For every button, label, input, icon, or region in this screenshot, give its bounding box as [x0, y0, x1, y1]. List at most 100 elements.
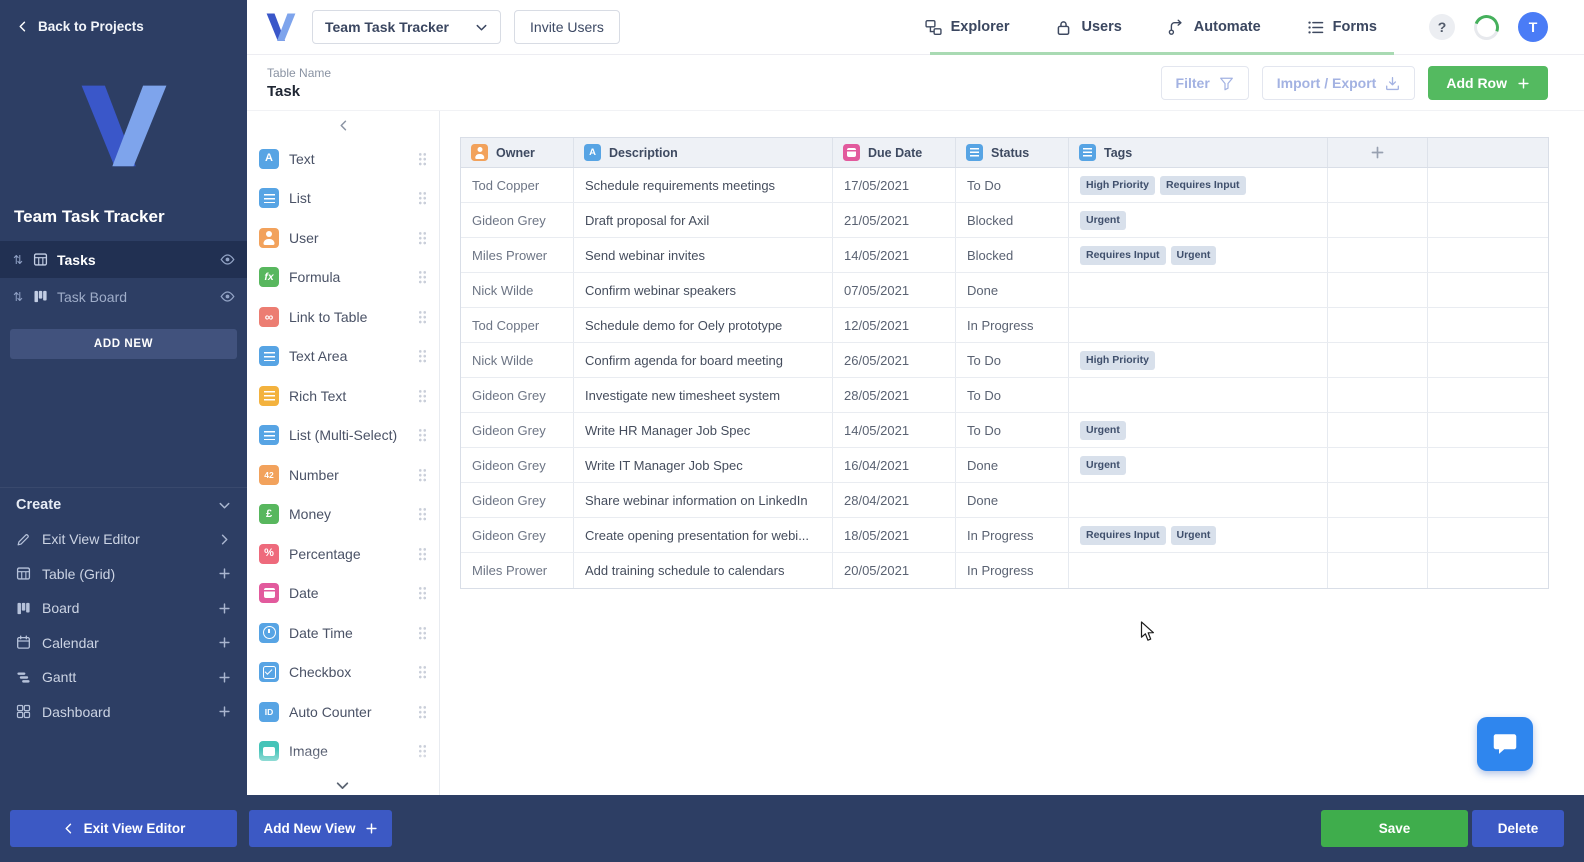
nav-item-forms[interactable]: Forms	[1307, 19, 1377, 36]
field-type-date-time[interactable]: Date Time	[247, 613, 439, 653]
create-item-exit-view-editor[interactable]: Exit View Editor	[0, 522, 247, 557]
cell-status[interactable]: In Progress	[956, 308, 1069, 342]
drag-handle-icon[interactable]	[418, 507, 427, 522]
field-type-formula[interactable]: fx Formula	[247, 258, 439, 298]
cell-add-column[interactable]	[1328, 448, 1428, 482]
cell-description[interactable]: Draft proposal for Axil	[574, 203, 833, 237]
cell-tags[interactable]	[1069, 308, 1328, 342]
cell-tags[interactable]	[1069, 483, 1328, 517]
cell-add-column[interactable]	[1328, 553, 1428, 588]
cell-tags[interactable]	[1069, 553, 1328, 588]
column-header-tags[interactable]: Tags	[1069, 138, 1328, 167]
cell-due-date[interactable]: 28/05/2021	[833, 378, 956, 412]
tag-pill[interactable]: High Priority	[1080, 350, 1156, 370]
filter-button[interactable]: Filter	[1160, 66, 1249, 100]
drag-handle-icon[interactable]	[418, 230, 427, 245]
cell-due-date[interactable]: 28/04/2021	[833, 483, 956, 517]
eye-icon[interactable]	[220, 289, 235, 304]
cell-tags[interactable]: Urgent	[1069, 413, 1328, 447]
field-type-number[interactable]: 42 Number	[247, 455, 439, 495]
drag-handle-icon[interactable]	[418, 625, 427, 640]
cell-add-column[interactable]	[1328, 203, 1428, 237]
cell-status[interactable]: To Do	[956, 168, 1069, 202]
cell-add-column[interactable]	[1328, 308, 1428, 342]
reorder-handle-icon[interactable]: ⇅	[12, 290, 24, 304]
create-item-board[interactable]: Board	[0, 591, 247, 626]
column-header-status[interactable]: Status	[956, 138, 1069, 167]
sidebar-view-task-board[interactable]: ⇅ Task Board	[0, 278, 247, 315]
save-button[interactable]: Save	[1321, 810, 1468, 847]
cell-extra[interactable]	[1428, 273, 1548, 307]
cell-tags[interactable]: Requires Input Urgent	[1069, 518, 1328, 552]
cell-due-date[interactable]: 17/05/2021	[833, 168, 956, 202]
cell-owner[interactable]: Gideon Grey	[461, 448, 574, 482]
cell-due-date[interactable]: 07/05/2021	[833, 273, 956, 307]
cell-description[interactable]: Add training schedule to calendars	[574, 553, 833, 588]
tag-pill[interactable]: Urgent	[1080, 420, 1126, 440]
back-to-projects-button[interactable]: Back to Projects	[0, 0, 247, 53]
field-type-money[interactable]: £ Money	[247, 495, 439, 535]
drag-handle-icon[interactable]	[418, 546, 427, 561]
cell-tags[interactable]: Urgent	[1069, 203, 1328, 237]
drag-handle-icon[interactable]	[418, 428, 427, 443]
nav-item-users[interactable]: Users	[1055, 19, 1122, 36]
drag-handle-icon[interactable]	[418, 151, 427, 166]
cell-status[interactable]: To Do	[956, 413, 1069, 447]
cell-extra[interactable]	[1428, 413, 1548, 447]
cell-status[interactable]: Done	[956, 483, 1069, 517]
cell-description[interactable]: Investigate new timesheet system	[574, 378, 833, 412]
tag-pill[interactable]: Requires Input	[1080, 525, 1166, 545]
cell-status[interactable]: Done	[956, 448, 1069, 482]
cell-tags[interactable]: Urgent	[1069, 448, 1328, 482]
field-type-text[interactable]: A Text	[247, 139, 439, 179]
field-type-link-to-table[interactable]: ∞ Link to Table	[247, 297, 439, 337]
import-export-button[interactable]: Import / Export	[1261, 66, 1416, 100]
field-type-checkbox[interactable]: Checkbox	[247, 653, 439, 693]
cell-status[interactable]: To Do	[956, 343, 1069, 377]
plus-icon[interactable]	[218, 636, 231, 649]
cell-status[interactable]: In Progress	[956, 518, 1069, 552]
cell-extra[interactable]	[1428, 483, 1548, 517]
add-new-view-button[interactable]: Add New View	[249, 810, 392, 847]
cell-extra[interactable]	[1428, 308, 1548, 342]
cell-tags[interactable]: Requires Input Urgent	[1069, 238, 1328, 272]
delete-button[interactable]: Delete	[1472, 810, 1564, 847]
cell-tags[interactable]	[1069, 378, 1328, 412]
cell-description[interactable]: Write HR Manager Job Spec	[574, 413, 833, 447]
cell-due-date[interactable]: 14/05/2021	[833, 413, 956, 447]
cell-owner[interactable]: Gideon Grey	[461, 378, 574, 412]
drag-handle-icon[interactable]	[418, 270, 427, 285]
tag-pill[interactable]: Requires Input	[1080, 245, 1166, 265]
field-type-user[interactable]: User	[247, 218, 439, 258]
nav-item-automate[interactable]: Automate	[1168, 19, 1261, 36]
tag-pill[interactable]: Urgent	[1170, 245, 1217, 265]
chat-widget-button[interactable]	[1477, 717, 1533, 771]
user-avatar[interactable]: T	[1518, 12, 1548, 42]
add-new-button[interactable]: ADD NEW	[10, 329, 237, 359]
cell-add-column[interactable]	[1328, 168, 1428, 202]
tag-pill[interactable]: High Priority	[1080, 175, 1156, 195]
cell-due-date[interactable]: 18/05/2021	[833, 518, 956, 552]
create-section-header[interactable]: Create	[0, 488, 247, 522]
cell-add-column[interactable]	[1328, 273, 1428, 307]
collapse-panel-button[interactable]	[247, 111, 439, 139]
field-type-auto-counter[interactable]: ID Auto Counter	[247, 692, 439, 732]
cell-description[interactable]: Create opening presentation for webi...	[574, 518, 833, 552]
cell-add-column[interactable]	[1328, 378, 1428, 412]
cell-add-column[interactable]	[1328, 238, 1428, 272]
cell-description[interactable]: Share webinar information on LinkedIn	[574, 483, 833, 517]
scroll-more-fields-button[interactable]	[247, 778, 438, 793]
drag-handle-icon[interactable]	[418, 388, 427, 403]
cell-extra[interactable]	[1428, 343, 1548, 377]
cell-add-column[interactable]	[1328, 483, 1428, 517]
plus-icon[interactable]	[218, 705, 231, 718]
eye-icon[interactable]	[220, 252, 235, 267]
cell-due-date[interactable]: 21/05/2021	[833, 203, 956, 237]
create-item-table-grid[interactable]: Table (Grid)	[0, 557, 247, 592]
invite-users-button[interactable]: Invite Users	[514, 10, 620, 44]
create-item-gantt[interactable]: Gantt	[0, 660, 247, 695]
column-header-due-date[interactable]: Due Date	[833, 138, 956, 167]
cell-extra[interactable]	[1428, 518, 1548, 552]
create-item-dashboard[interactable]: Dashboard	[0, 695, 247, 730]
tag-pill[interactable]: Requires Input	[1160, 175, 1246, 195]
